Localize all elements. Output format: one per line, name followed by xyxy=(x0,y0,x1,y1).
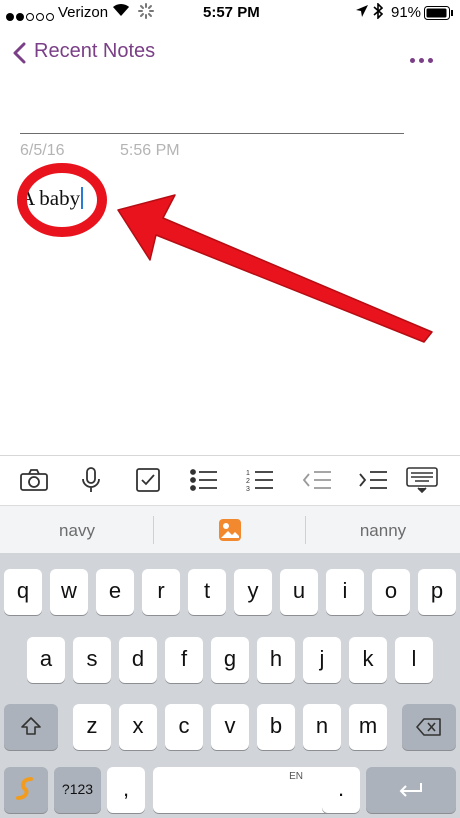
key-q[interactable]: q xyxy=(4,569,42,615)
clock: 5:57 PM xyxy=(203,4,260,21)
key-a[interactable]: a xyxy=(27,637,65,683)
pointer-arrow xyxy=(117,194,433,343)
period-key[interactable]: . xyxy=(322,767,360,813)
note-date: 6/5/16 xyxy=(20,142,65,159)
shift-icon xyxy=(21,717,41,735)
outdent-icon[interactable] xyxy=(297,460,337,500)
key-k[interactable]: k xyxy=(349,637,387,683)
indent-icon[interactable] xyxy=(353,460,393,500)
key-y[interactable]: y xyxy=(234,569,272,615)
key-t[interactable]: t xyxy=(188,569,226,615)
hide-keyboard-icon[interactable] xyxy=(402,460,442,500)
navigation-bar: Recent Notes xyxy=(0,30,460,74)
key-j[interactable]: j xyxy=(303,637,341,683)
backspace-key[interactable] xyxy=(402,704,456,750)
autocorrect-bar: navy nanny xyxy=(0,505,460,554)
battery-icon xyxy=(424,6,454,24)
key-x[interactable]: x xyxy=(119,704,157,750)
numbers-key[interactable]: ?123 xyxy=(54,767,101,813)
key-z[interactable]: z xyxy=(73,704,111,750)
loading-spinner-icon xyxy=(138,3,154,23)
return-key[interactable] xyxy=(366,767,456,813)
back-button[interactable]: Recent Notes xyxy=(34,40,155,63)
back-chevron-icon[interactable] xyxy=(12,42,26,69)
key-b[interactable]: b xyxy=(257,704,295,750)
svg-text:2: 2 xyxy=(246,478,250,485)
key-l[interactable]: l xyxy=(395,637,433,683)
key-h[interactable]: h xyxy=(257,637,295,683)
key-u[interactable]: u xyxy=(280,569,318,615)
key-v[interactable]: v xyxy=(211,704,249,750)
suggestion-2[interactable]: nanny xyxy=(308,521,458,541)
location-arrow-icon xyxy=(355,4,369,22)
key-f[interactable]: f xyxy=(165,637,203,683)
suggestion-image-icon[interactable] xyxy=(218,518,242,547)
numbered-list-icon[interactable]: 123 xyxy=(240,460,280,500)
backspace-icon xyxy=(416,718,441,736)
comma-key[interactable]: , xyxy=(107,767,145,813)
note-time: 5:56 PM xyxy=(120,142,180,159)
key-o[interactable]: o xyxy=(372,569,410,615)
shift-key[interactable] xyxy=(4,704,58,750)
swiftkey-icon[interactable] xyxy=(4,767,48,813)
carrier-label: Verizon xyxy=(58,4,109,21)
key-w[interactable]: w xyxy=(50,569,88,615)
key-m[interactable]: m xyxy=(349,704,387,750)
suggestion-1[interactable]: navy xyxy=(2,521,152,541)
checkbox-icon[interactable] xyxy=(128,460,168,500)
key-c[interactable]: c xyxy=(165,704,203,750)
key-i[interactable]: i xyxy=(326,569,364,615)
microphone-icon[interactable] xyxy=(71,460,111,500)
key-e[interactable]: e xyxy=(96,569,134,615)
key-d[interactable]: d xyxy=(119,637,157,683)
space-language-label: EN xyxy=(289,771,303,782)
key-n[interactable]: n xyxy=(303,704,341,750)
keyboard: q w e r t y u i o p a s d f g h j k l z … xyxy=(0,553,460,818)
highlight-circle xyxy=(17,163,107,237)
return-icon xyxy=(399,783,422,797)
svg-text:1: 1 xyxy=(246,470,250,477)
key-r[interactable]: r xyxy=(142,569,180,615)
key-g[interactable]: g xyxy=(211,637,249,683)
signal-strength-icon xyxy=(6,8,56,25)
key-p[interactable]: p xyxy=(418,569,456,615)
status-bar: Verizon 5:57 PM 91% xyxy=(0,0,460,26)
space-key[interactable]: EN xyxy=(153,767,333,813)
camera-icon[interactable] xyxy=(14,460,54,500)
wifi-icon xyxy=(112,3,130,21)
annotation-overlay xyxy=(17,163,433,343)
bullet-list-icon[interactable] xyxy=(184,460,224,500)
key-s[interactable]: s xyxy=(73,637,111,683)
more-options-icon[interactable] xyxy=(410,50,437,68)
title-divider xyxy=(20,133,404,134)
svg-text:3: 3 xyxy=(246,486,250,492)
bluetooth-icon xyxy=(373,2,384,23)
formatting-toolbar: 123 xyxy=(0,455,460,506)
battery-percent: 91% xyxy=(391,4,422,21)
